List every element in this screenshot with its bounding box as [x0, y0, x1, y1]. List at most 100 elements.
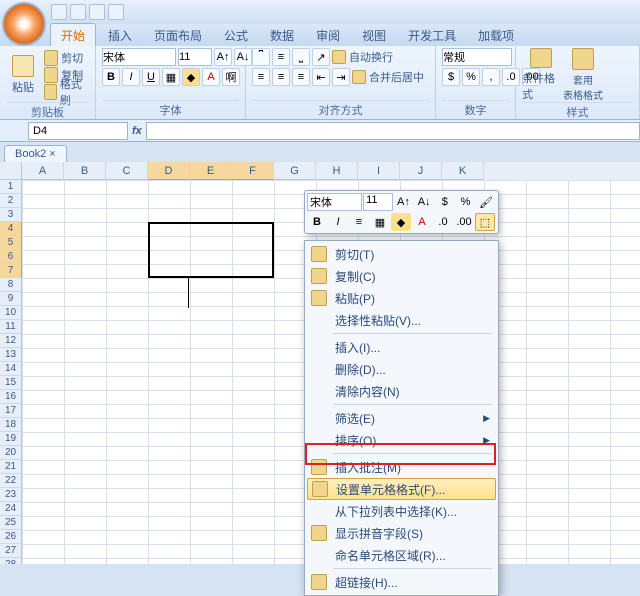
- col-header-J[interactable]: J: [400, 162, 442, 180]
- col-header-K[interactable]: K: [442, 162, 484, 180]
- col-header-A[interactable]: A: [22, 162, 64, 180]
- font-size-combo[interactable]: [178, 48, 212, 66]
- align-right-button[interactable]: ≡: [292, 68, 310, 86]
- row-header-28[interactable]: 28: [0, 558, 22, 564]
- cut-button[interactable]: 剪切: [44, 50, 89, 66]
- row-header-14[interactable]: 14: [0, 362, 22, 376]
- ctx-paste-special[interactable]: 选择性粘贴(V)...: [307, 309, 496, 331]
- phonetic-button[interactable]: 啊: [222, 68, 240, 86]
- office-button[interactable]: [2, 2, 46, 46]
- ctx-show-pinyin[interactable]: 显示拼音字段(S): [307, 522, 496, 544]
- tab-公式[interactable]: 公式: [214, 24, 258, 46]
- grow-font-button[interactable]: A↑: [214, 48, 232, 66]
- number-format-combo[interactable]: [442, 48, 512, 66]
- ctx-sort[interactable]: 排序(O)▶: [307, 429, 496, 451]
- ctx-filter[interactable]: 筛选(E)▶: [307, 407, 496, 429]
- row-header-6[interactable]: 6: [0, 250, 22, 264]
- col-header-H[interactable]: H: [316, 162, 358, 180]
- paste-button[interactable]: 粘贴: [6, 48, 40, 102]
- indent-dec-button[interactable]: ⇤: [312, 68, 330, 86]
- tab-加载项[interactable]: 加载项: [468, 24, 524, 46]
- mini-grow-font[interactable]: A↑: [394, 193, 414, 211]
- currency-button[interactable]: $: [442, 68, 460, 86]
- percent-button[interactable]: %: [462, 68, 480, 86]
- ctx-copy[interactable]: 复制(C): [307, 265, 496, 287]
- mini-format-painter[interactable]: 🖌: [476, 193, 496, 211]
- fx-icon[interactable]: fx: [132, 125, 142, 137]
- formula-input[interactable]: [146, 122, 640, 140]
- ctx-format-cells[interactable]: 设置单元格格式(F)...: [307, 478, 496, 500]
- ctx-insert-comment[interactable]: 插入批注(M): [307, 456, 496, 478]
- row-header-11[interactable]: 11: [0, 320, 22, 334]
- ctx-name-range[interactable]: 命名单元格区域(R)...: [307, 544, 496, 566]
- wrap-text-button[interactable]: 自动换行: [332, 49, 393, 65]
- bold-button[interactable]: B: [102, 68, 120, 86]
- row-header-7[interactable]: 7: [0, 264, 22, 278]
- mini-font-combo[interactable]: 宋体: [307, 193, 362, 211]
- mini-percent[interactable]: %: [456, 193, 476, 211]
- mini-currency[interactable]: $: [435, 193, 455, 211]
- qat-undo-icon[interactable]: [70, 4, 86, 20]
- mini-border[interactable]: ▦: [370, 213, 390, 231]
- qat-print-icon[interactable]: [108, 4, 124, 20]
- row-header-22[interactable]: 22: [0, 474, 22, 488]
- align-bottom-button[interactable]: ⎵: [292, 48, 310, 66]
- col-header-B[interactable]: B: [64, 162, 106, 180]
- tab-审阅[interactable]: 审阅: [306, 24, 350, 46]
- row-header-19[interactable]: 19: [0, 432, 22, 446]
- col-header-E[interactable]: E: [190, 162, 232, 180]
- mini-inc-decimal[interactable]: .00: [454, 213, 474, 231]
- tab-插入[interactable]: 插入: [98, 24, 142, 46]
- row-header-25[interactable]: 25: [0, 516, 22, 530]
- row-header-26[interactable]: 26: [0, 530, 22, 544]
- row-header-10[interactable]: 10: [0, 306, 22, 320]
- table-style-button[interactable]: 套用 表格格式: [564, 48, 602, 102]
- tab-开始[interactable]: 开始: [50, 23, 96, 46]
- merge-center-button[interactable]: 合并后居中: [352, 69, 424, 85]
- workbook-tab[interactable]: Book2 ×: [4, 145, 67, 162]
- align-center-button[interactable]: ≡: [272, 68, 290, 86]
- tab-开发工具[interactable]: 开发工具: [398, 24, 466, 46]
- row-header-15[interactable]: 15: [0, 376, 22, 390]
- align-left-button[interactable]: ≡: [252, 68, 270, 86]
- mini-bold[interactable]: B: [307, 213, 327, 231]
- ctx-cut[interactable]: 剪切(T): [307, 243, 496, 265]
- row-header-27[interactable]: 27: [0, 544, 22, 558]
- row-header-23[interactable]: 23: [0, 488, 22, 502]
- row-header-3[interactable]: 3: [0, 208, 22, 222]
- col-header-F[interactable]: F: [232, 162, 274, 180]
- mini-shrink-font[interactable]: A↓: [414, 193, 434, 211]
- row-header-1[interactable]: 1: [0, 180, 22, 194]
- format-painter-button[interactable]: 格式刷: [44, 84, 89, 100]
- mini-font-color[interactable]: A: [412, 213, 432, 231]
- ctx-hyperlink[interactable]: 超链接(H)...: [307, 571, 496, 593]
- row-header-17[interactable]: 17: [0, 404, 22, 418]
- mini-merge[interactable]: ⬚: [475, 213, 495, 231]
- col-header-C[interactable]: C: [106, 162, 148, 180]
- mini-size-combo[interactable]: 11: [363, 193, 393, 211]
- qat-save-icon[interactable]: [51, 4, 67, 20]
- cond-format-button[interactable]: 条件格式: [522, 48, 560, 102]
- mini-dec-decimal[interactable]: .0: [433, 213, 453, 231]
- row-header-24[interactable]: 24: [0, 502, 22, 516]
- align-middle-button[interactable]: ≡: [272, 48, 290, 66]
- row-header-18[interactable]: 18: [0, 418, 22, 432]
- row-header-12[interactable]: 12: [0, 334, 22, 348]
- orientation-button[interactable]: ↗: [312, 48, 330, 66]
- row-header-9[interactable]: 9: [0, 292, 22, 306]
- row-header-5[interactable]: 5: [0, 236, 22, 250]
- tab-视图[interactable]: 视图: [352, 24, 396, 46]
- ctx-delete[interactable]: 删除(D)...: [307, 358, 496, 380]
- ctx-insert[interactable]: 插入(I)...: [307, 336, 496, 358]
- ctx-pick-from-list[interactable]: 从下拉列表中选择(K)...: [307, 500, 496, 522]
- comma-button[interactable]: ,: [482, 68, 500, 86]
- ctx-clear[interactable]: 清除内容(N): [307, 380, 496, 402]
- col-header-I[interactable]: I: [358, 162, 400, 180]
- name-box[interactable]: D4: [28, 122, 128, 140]
- underline-button[interactable]: U: [142, 68, 160, 86]
- mini-align[interactable]: ≡: [349, 213, 369, 231]
- tab-数据[interactable]: 数据: [260, 24, 304, 46]
- mini-fill-color[interactable]: ◆: [391, 213, 411, 231]
- mini-italic[interactable]: I: [328, 213, 348, 231]
- ctx-paste[interactable]: 粘贴(P): [307, 287, 496, 309]
